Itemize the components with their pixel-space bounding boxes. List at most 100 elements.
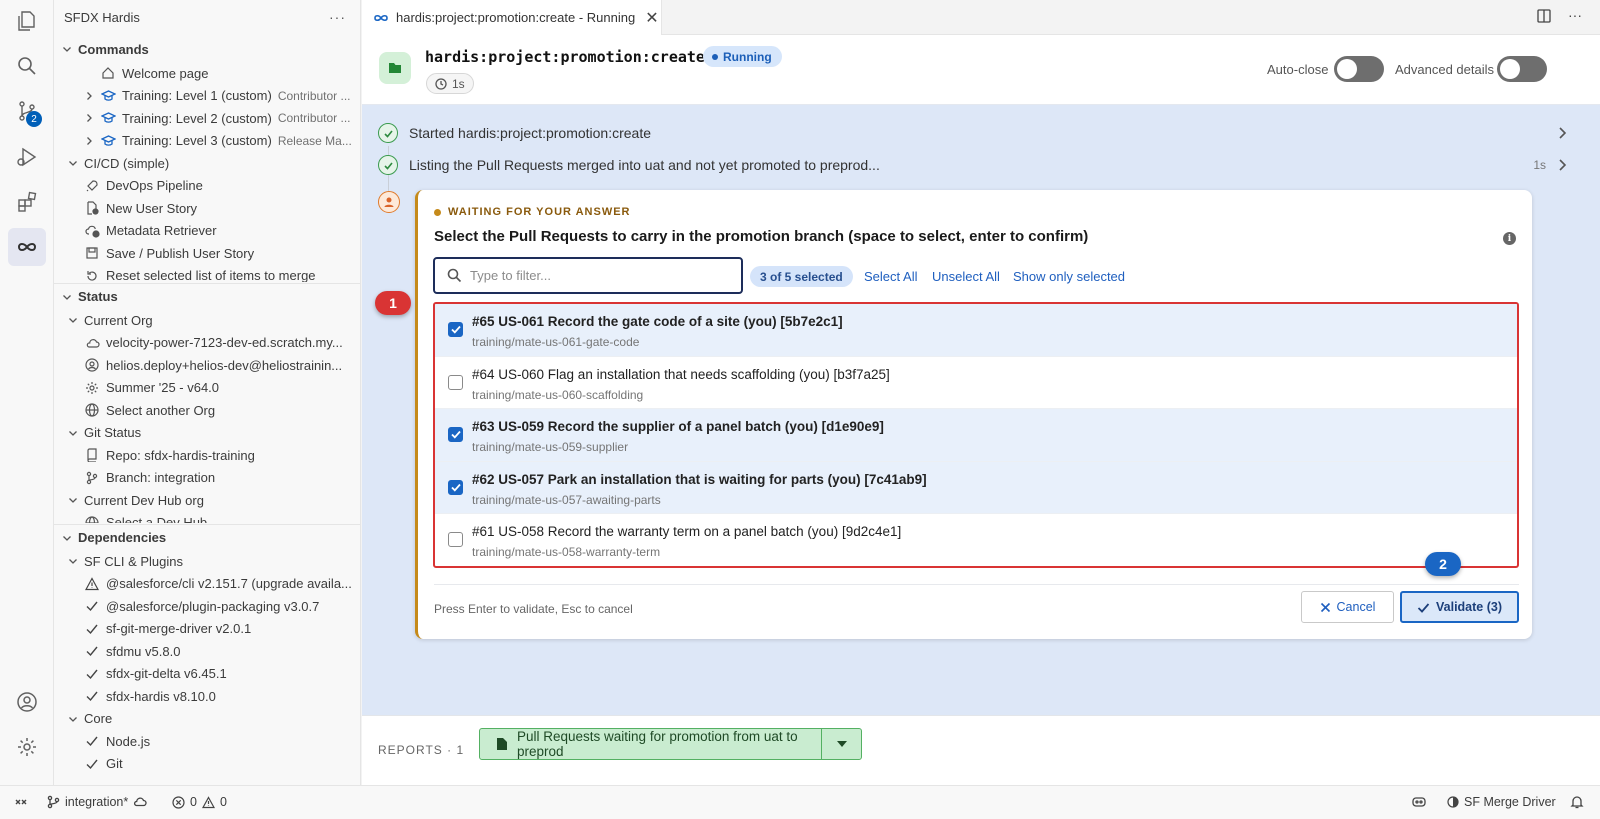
- chevron-down-icon[interactable]: [66, 493, 80, 507]
- sidebar-item[interactable]: Training: Level 3 (custom) Release Ma...: [54, 130, 360, 153]
- checkbox-checked[interactable]: [448, 427, 463, 442]
- chevron-right-icon[interactable]: [82, 134, 96, 148]
- branch-icon: [84, 470, 100, 486]
- chevron-right-icon[interactable]: [1556, 158, 1568, 172]
- commands-section-header[interactable]: Commands: [54, 36, 360, 62]
- sidebar-item[interactable]: Metadata Retriever: [54, 220, 360, 243]
- sidebar-item[interactable]: Git: [54, 753, 360, 776]
- sidebar-item[interactable]: sf-git-merge-driver v2.0.1: [54, 618, 360, 641]
- commands-section: Commands Welcome page Training: Level 1 (c…: [54, 36, 360, 282]
- pull-request-item[interactable]: #62 US-057 Park an installation that is …: [435, 461, 1517, 514]
- sidebar-item[interactable]: helios.deploy+helios-dev@heliostrainin..…: [54, 354, 360, 377]
- unselect-all-link[interactable]: Unselect All: [932, 269, 1000, 284]
- select-all-link[interactable]: Select All: [864, 269, 917, 284]
- more-actions-icon[interactable]: ···: [329, 9, 346, 25]
- pull-request-branch: training/mate-us-059-supplier: [472, 440, 629, 454]
- copilot-icon[interactable]: [1411, 795, 1427, 809]
- info-icon[interactable]: i: [1503, 232, 1516, 245]
- dependencies-section-header[interactable]: Dependencies: [54, 524, 360, 550]
- notifications-bell-icon[interactable]: [1570, 795, 1584, 809]
- checkbox-unchecked[interactable]: [448, 532, 463, 547]
- sync-cloud-icon[interactable]: [133, 796, 147, 808]
- problems-status[interactable]: 0 0: [172, 795, 227, 809]
- checkbox-checked[interactable]: [448, 479, 463, 495]
- filter-input[interactable]: [470, 268, 720, 283]
- chevron-right-icon[interactable]: [1556, 126, 1568, 140]
- source-control-icon[interactable]: 2: [8, 92, 46, 130]
- show-only-selected-link[interactable]: Show only selected: [1013, 269, 1125, 284]
- sidebar-item[interactable]: velocity-power-7123-dev-ed.scratch.my...: [54, 332, 360, 355]
- sidebar-item[interactable]: sfdx-git-delta v6.45.1: [54, 663, 360, 686]
- pull-request-title: #65 US-061 Record the gate code of a sit…: [472, 314, 843, 329]
- sidebar-item[interactable]: Reset selected list of items to merge: [54, 265, 360, 282]
- sidebar-item[interactable]: Welcome page: [54, 62, 360, 85]
- sidebar-item[interactable]: Summer '25 - v64.0: [54, 377, 360, 400]
- extensions-icon[interactable]: [8, 183, 46, 221]
- tab-promotion-create[interactable]: hardis:project:promotion:create - Runnin…: [362, 0, 662, 35]
- filter-field[interactable]: [433, 257, 743, 294]
- chevron-right-icon[interactable]: [82, 111, 96, 125]
- annotation-marker-2: 2: [1425, 552, 1461, 576]
- chevron-down-icon[interactable]: [66, 426, 80, 440]
- report-dropdown-button[interactable]: [822, 740, 861, 748]
- checkbox-unchecked[interactable]: [448, 374, 463, 390]
- chevron-down-icon[interactable]: [66, 156, 80, 170]
- chevron-down-icon[interactable]: [66, 712, 80, 726]
- sidebar-item[interactable]: CI/CD (simple): [54, 152, 360, 175]
- account-icon[interactable]: [8, 683, 46, 721]
- pull-request-branch: training/mate-us-060-scaffolding: [472, 387, 644, 402]
- sidebar-item[interactable]: Training: Level 1 (custom) Contributor ..…: [54, 85, 360, 108]
- sidebar-item[interactable]: New User Story: [54, 197, 360, 220]
- sidebar-item[interactable]: Select a Dev Hub: [54, 512, 360, 523]
- explorer-icon[interactable]: [8, 2, 46, 40]
- step-started[interactable]: Started hardis:project:promotion:create: [378, 121, 1578, 145]
- sidebar-item[interactable]: SF CLI & Plugins: [54, 550, 360, 573]
- sidebar-item[interactable]: Current Dev Hub org: [54, 489, 360, 512]
- chevron-down-icon[interactable]: [66, 554, 80, 568]
- check-icon: [84, 733, 100, 749]
- merge-driver-status[interactable]: SF Merge Driver: [1447, 795, 1556, 809]
- chevron-right-icon[interactable]: [82, 89, 96, 103]
- validate-button[interactable]: Validate (3): [1400, 591, 1519, 623]
- editor-more-icon[interactable]: ···: [1568, 8, 1582, 24]
- sidebar-item[interactable]: Node.js: [54, 730, 360, 753]
- checkbox-checked[interactable]: [448, 322, 463, 337]
- remote-icon[interactable]: [14, 795, 28, 809]
- sidebar-item[interactable]: Training: Level 2 (custom) Contributor ..…: [54, 107, 360, 130]
- pull-request-item[interactable]: #64 US-060 Flag an installation that nee…: [435, 357, 1517, 409]
- status-section-header[interactable]: Status: [54, 283, 360, 309]
- branch-status[interactable]: integration*: [47, 795, 147, 809]
- chevron-down-icon[interactable]: [66, 313, 80, 327]
- dependencies-section: Dependencies SF CLI & Plugins @salesforce/…: [54, 524, 360, 785]
- cancel-button[interactable]: Cancel: [1301, 591, 1394, 623]
- pull-request-title: #64 US-060 Flag an installation that nee…: [472, 366, 890, 382]
- sidebar-item[interactable]: @salesforce/cli v2.151.7 (upgrade availa…: [54, 573, 360, 596]
- sidebar-item[interactable]: Repo: sfdx-hardis-training: [54, 444, 360, 467]
- sidebar-item[interactable]: Branch: integration: [54, 467, 360, 490]
- sidebar-item[interactable]: Select another Org: [54, 399, 360, 422]
- reports-label: REPORTS · 1: [378, 743, 465, 757]
- step-listing[interactable]: Listing the Pull Requests merged into ua…: [378, 153, 1578, 177]
- report-button[interactable]: Pull Requests waiting for promotion from…: [479, 728, 862, 760]
- pull-request-item[interactable]: #61 US-058 Record the warranty term on a…: [435, 514, 1517, 566]
- search-icon[interactable]: [8, 47, 46, 85]
- sidebar-item[interactable]: Git Status: [54, 422, 360, 445]
- settings-gear-icon[interactable]: [8, 728, 46, 766]
- advanced-details-toggle[interactable]: [1497, 56, 1547, 82]
- pull-request-item[interactable]: #65 US-061 Record the gate code of a sit…: [435, 304, 1517, 357]
- sidebar-item[interactable]: DevOps Pipeline: [54, 175, 360, 198]
- sidebar-item[interactable]: sfdmu v5.8.0: [54, 640, 360, 663]
- sidebar-item[interactable]: Save / Publish User Story: [54, 242, 360, 265]
- sidebar-item[interactable]: @salesforce/plugin-packaging v3.0.7: [54, 595, 360, 618]
- split-editor-icon[interactable]: [1536, 8, 1552, 24]
- pull-request-item[interactable]: #63 US-059 Record the supplier of a pane…: [435, 409, 1517, 462]
- warning-icon: [84, 576, 100, 592]
- open-report-button[interactable]: Pull Requests waiting for promotion from…: [480, 729, 822, 759]
- run-debug-icon[interactable]: [8, 138, 46, 176]
- sidebar-item[interactable]: Core: [54, 708, 360, 731]
- sidebar-item[interactable]: Current Org: [54, 309, 360, 332]
- auto-close-toggle[interactable]: [1334, 56, 1384, 82]
- sfdx-hardis-icon[interactable]: [8, 228, 46, 266]
- close-tab-icon[interactable]: ✕: [645, 8, 658, 28]
- sidebar-item[interactable]: sfdx-hardis v8.10.0: [54, 685, 360, 708]
